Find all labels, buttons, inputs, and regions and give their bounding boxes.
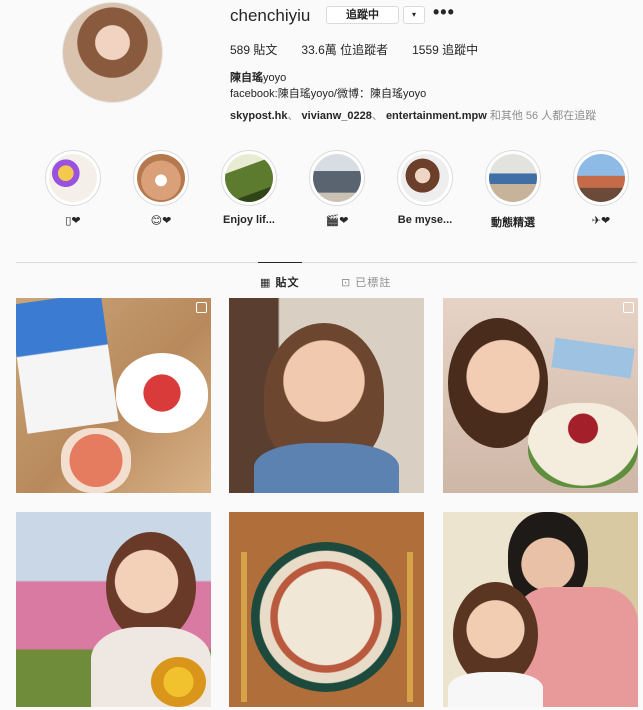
highlight-cover [225,154,273,202]
highlight-label: 😊❤ [150,215,172,227]
highlight-item[interactable]: ✈❤ [561,150,641,227]
username: chenchiyiu [230,6,311,25]
post-thumbnail[interactable] [229,298,424,493]
suggestions-dropdown-button[interactable]: ▾ [403,6,425,24]
followed-by-user[interactable]: entertainment.mpw [386,110,487,122]
full-name: 陳自瑤yoyo [230,69,286,85]
highlight-label: ✈❤ [591,215,611,227]
highlight-item[interactable]: ▯❤ [33,150,113,227]
highlight-cover [313,154,361,202]
tabs-divider [16,262,637,263]
followed-by[interactable]: skypost.hk、 vivianw_0228、 entertainment.… [230,107,596,123]
highlight-cover [577,154,625,202]
tab-tagged-label: 已標註 [355,277,392,289]
profile-header: chenchiyiu 追蹤中 ▾ ••• 589 貼文 33.6萬 位追蹤者 1… [0,0,643,140]
post-thumbnail[interactable] [229,512,424,707]
posts-count: 589 [230,43,251,57]
tag-icon: ⊡ [341,277,356,289]
highlight-label: ▯❤ [65,215,81,227]
highlight-item[interactable]: Be myse... [385,150,465,226]
followers-stat[interactable]: 33.6萬 位追蹤者 [301,41,388,58]
post-thumbnail[interactable] [443,512,638,707]
followed-by-user[interactable]: vivianw_0228 [302,110,372,122]
highlight-item[interactable]: Enjoy lif... [209,150,289,226]
highlight-label: Enjoy lif... [223,214,275,226]
chevron-down-icon: ▾ [411,10,416,19]
highlight-item[interactable]: 動態精選 [473,150,553,230]
highlight-label: 🎬❤ [325,215,349,227]
story-highlights: ▯❤ 😊❤ Enjoy lif... 🎬❤ Be myse... 動態精選 ✈❤ [0,150,643,235]
followed-by-suffix-prefix: 和其他 [489,110,523,122]
tab-posts[interactable]: ▦ 貼文 [260,274,299,290]
grid-icon: ▦ [260,277,276,289]
profile-avatar[interactable] [62,2,163,103]
profile-stats: 589 貼文 33.6萬 位追蹤者 1559 追蹤中 [230,41,502,58]
carousel-icon [623,302,634,313]
more-options-icon[interactable]: ••• [433,2,455,23]
following-stat[interactable]: 1559 追蹤中 [412,41,478,58]
highlight-item[interactable]: 🎬❤ [297,150,377,227]
tab-posts-label: 貼文 [275,277,300,289]
post-thumbnail[interactable] [16,512,211,707]
followed-by-count: 56 [525,110,539,122]
followed-by-suffix: 人都在追蹤 [541,110,597,122]
highlight-label: 動態精選 [491,217,535,229]
followed-by-user[interactable]: skypost.hk [230,110,287,122]
highlight-item[interactable]: 😊❤ [121,150,201,227]
following-count: 1559 [412,43,439,57]
post-thumbnail[interactable] [443,298,638,493]
carousel-icon [196,302,207,313]
followers-stat-label: 位追蹤者 [340,43,389,57]
followed-by-separator: 、 [287,110,299,122]
followed-by-separator: 、 [371,110,383,122]
bio-text: facebook:陳自瑤yoyo/微博：陳自瑤yoyo [230,88,427,100]
following-button[interactable]: 追蹤中 [326,6,399,24]
highlight-cover [489,154,537,202]
highlight-label: Be myse... [397,214,453,226]
post-thumbnail[interactable] [16,298,211,493]
posts-stat: 589 貼文 [230,41,277,58]
following-stat-label: 追蹤中 [442,43,479,57]
followers-count: 33.6萬 [301,43,337,57]
tab-tagged[interactable]: ⊡ 已標註 [341,274,391,290]
active-tab-indicator [258,262,302,263]
full-name-main: 陳自瑤 [230,72,263,84]
highlight-cover [137,154,185,202]
highlight-cover [401,154,449,202]
highlight-cover [49,154,97,202]
full-name-sub: yoyo [263,72,287,84]
posts-stat-label: 貼文 [253,43,278,57]
